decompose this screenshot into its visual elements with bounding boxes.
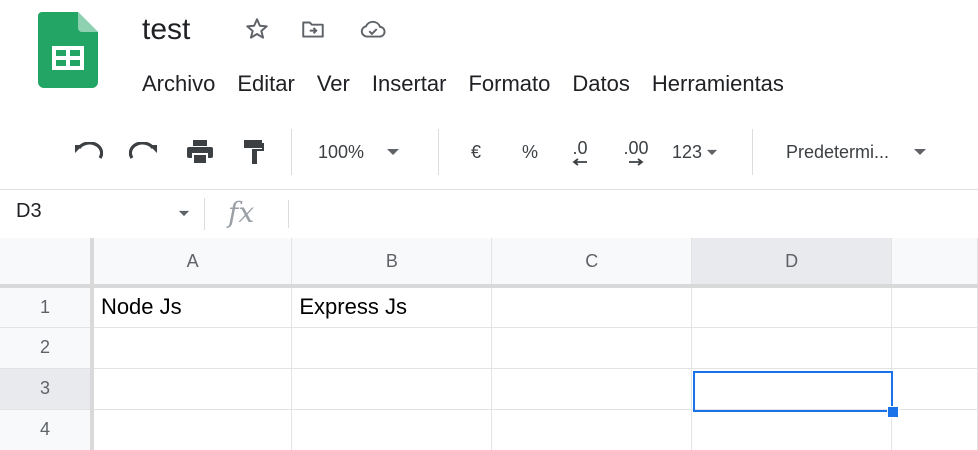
chevron-down-icon <box>914 149 927 155</box>
arrow-left-icon <box>572 158 587 166</box>
cell-c4[interactable] <box>491 409 693 450</box>
formula-input[interactable] <box>300 200 960 228</box>
column-header-e[interactable] <box>891 238 978 288</box>
row-header-3[interactable]: 3 <box>0 368 94 410</box>
cell-b4[interactable] <box>291 409 493 450</box>
increase-decimals-label: .00 <box>623 138 649 158</box>
menu-editar[interactable]: Editar <box>237 66 294 102</box>
menu-herramientas[interactable]: Herramientas <box>652 66 784 102</box>
menu-formato[interactable]: Formato <box>468 66 550 102</box>
cell-a2[interactable] <box>91 327 293 369</box>
font-value: Predetermi... <box>786 141 890 162</box>
cell-e4[interactable] <box>891 409 978 450</box>
more-formats-button[interactable]: 123 <box>672 134 736 170</box>
menu-insertar[interactable]: Insertar <box>372 66 447 102</box>
sheets-logo[interactable] <box>38 12 98 88</box>
formula-bar-divider <box>204 198 205 230</box>
cell-b2[interactable] <box>291 327 493 369</box>
column-header-b[interactable]: B <box>291 238 493 288</box>
cell-a4[interactable] <box>91 409 293 450</box>
cell-d3[interactable] <box>691 368 893 410</box>
cell-e2[interactable] <box>891 327 978 369</box>
cell-c3[interactable] <box>491 368 693 410</box>
row-header-1[interactable]: 1 <box>0 286 94 328</box>
menu-datos[interactable]: Datos <box>572 66 629 102</box>
sheets-icon <box>38 12 98 88</box>
cell-b3[interactable] <box>291 368 493 410</box>
cell-e1[interactable] <box>891 286 978 328</box>
chevron-down-icon <box>387 149 400 155</box>
percent-format-button[interactable]: % <box>516 134 544 170</box>
formula-bar: D3 fx <box>0 189 978 239</box>
cell-c1[interactable] <box>491 286 693 328</box>
cell-d2[interactable] <box>691 327 893 369</box>
print-icon[interactable] <box>182 134 218 170</box>
cell-a1[interactable]: Node Js <box>91 286 293 328</box>
cell-e3[interactable] <box>891 368 978 410</box>
toolbar-divider <box>752 129 753 175</box>
undo-icon[interactable] <box>70 134 106 170</box>
more-formats-label: 123 <box>672 141 703 162</box>
column-header-d[interactable]: D <box>691 238 893 288</box>
select-all-corner[interactable] <box>0 238 94 288</box>
column-header-c[interactable]: C <box>491 238 693 288</box>
currency-format-button[interactable]: € <box>462 134 490 170</box>
chevron-down-icon[interactable] <box>178 210 190 217</box>
decrease-decimals-button[interactable]: .0 <box>562 134 598 170</box>
cell-d4[interactable] <box>691 409 893 450</box>
spreadsheet-grid: A B C D 1 Node Js Express Js 2 3 4 <box>0 238 978 450</box>
document-title[interactable]: test <box>142 10 190 50</box>
font-select[interactable]: Predetermi... <box>786 134 976 170</box>
menu-ver[interactable]: Ver <box>317 66 350 102</box>
zoom-select[interactable]: 100% <box>318 134 428 170</box>
fx-icon: fx <box>228 196 255 229</box>
redo-icon[interactable] <box>126 134 162 170</box>
column-header-a[interactable]: A <box>91 238 293 288</box>
decrease-decimals-label: .0 <box>572 138 588 158</box>
menu-bar: Archivo Editar Ver Insertar Formato Dato… <box>142 66 806 102</box>
row-header-2[interactable]: 2 <box>0 327 94 369</box>
increase-decimals-button[interactable]: .00 <box>616 134 656 170</box>
cell-d1[interactable] <box>691 286 893 328</box>
toolbar-divider <box>291 129 292 175</box>
fill-handle[interactable] <box>887 406 899 418</box>
formula-bar-divider <box>288 200 289 228</box>
arrow-right-icon <box>629 158 644 166</box>
paint-format-icon[interactable] <box>236 134 270 170</box>
cloud-saved-icon[interactable] <box>356 12 390 46</box>
chevron-down-icon <box>706 149 718 155</box>
zoom-value: 100% <box>318 141 365 162</box>
toolbar-divider <box>438 129 439 175</box>
toolbar: 100% € % .0 .00 123 Predetermi... <box>0 116 978 188</box>
menu-archivo[interactable]: Archivo <box>142 66 215 102</box>
cell-b1[interactable]: Express Js <box>291 286 493 328</box>
cell-c2[interactable] <box>491 327 693 369</box>
move-to-folder-icon[interactable] <box>296 12 330 46</box>
row-header-4[interactable]: 4 <box>0 409 94 450</box>
name-box[interactable]: D3 <box>16 200 42 223</box>
cell-a3[interactable] <box>91 368 293 410</box>
star-icon[interactable] <box>240 12 274 46</box>
